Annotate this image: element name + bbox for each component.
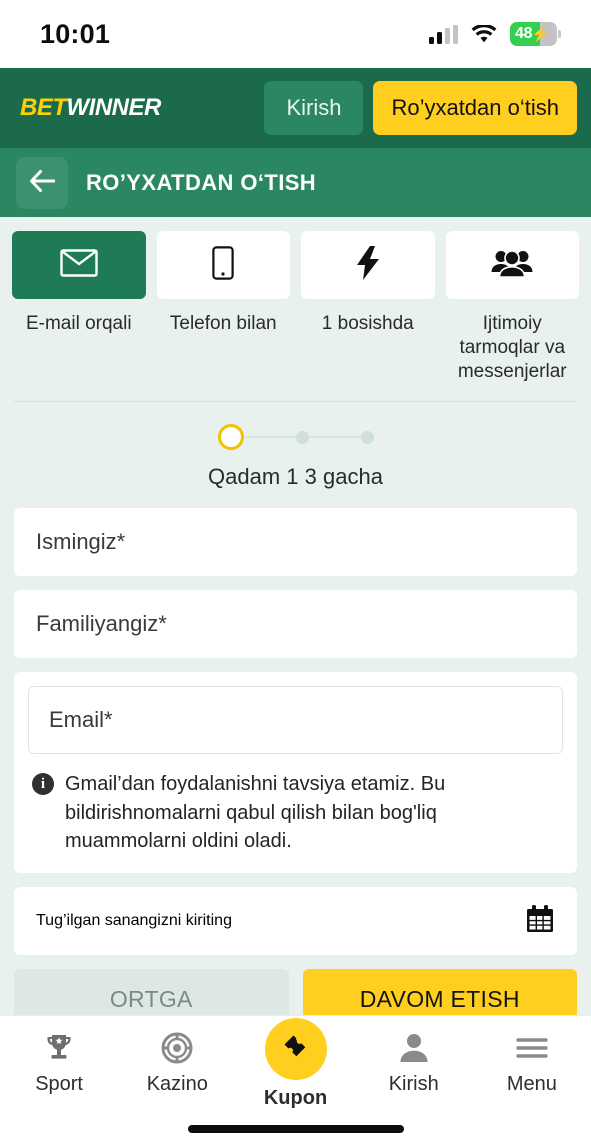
last-name-placeholder: Familiyangiz* <box>36 611 167 637</box>
calendar-icon[interactable] <box>525 904 555 939</box>
method-tab-email[interactable]: E-mail orqali <box>12 231 146 383</box>
registration-form: Ismingiz* Familiyangiz* Email* i Gmail’d… <box>0 490 591 956</box>
method-tab-one-click[interactable]: 1 bosishda <box>301 231 435 383</box>
charging-bolt-icon: ⚡ <box>531 25 550 43</box>
battery-icon: 48 ⚡ <box>510 22 561 46</box>
status-time: 10:01 <box>40 18 111 49</box>
step-label: Qadam 1 3 gacha <box>208 464 383 490</box>
email-group: Email* i Gmail’dan foydalanishni tavsiya… <box>14 672 577 874</box>
email-hint: i Gmail’dan foydalanishni tavsiya etamiz… <box>28 754 563 859</box>
nav-label-kupon: Kupon <box>263 1087 328 1109</box>
status-indicators: 48 ⚡ <box>429 22 561 46</box>
method-tab-social-card <box>445 231 579 299</box>
last-name-field[interactable]: Familiyangiz* <box>14 590 577 659</box>
page-title: RO’YXATDAN O‘TISH <box>86 169 317 195</box>
home-indicator <box>187 1125 404 1133</box>
method-tab-phone-card <box>156 231 290 299</box>
step-indicator: Qadam 1 3 gacha <box>0 402 591 490</box>
method-tab-email-card <box>12 231 146 299</box>
arrow-left-icon <box>29 170 56 195</box>
method-tab-one-click-label: 1 bosishda <box>321 313 414 334</box>
wifi-icon <box>471 24 497 44</box>
ticket-icon <box>280 1031 312 1068</box>
brand-header: BETWINNER Kirish Ro’yxatdan o‘tish <box>0 68 591 148</box>
nav-label-kazino: Kazino <box>146 1073 208 1095</box>
logo-winner: WINNER <box>66 94 162 121</box>
method-tab-social[interactable]: Ijtimoiy tarmoqlar va messenjerlar <box>445 231 579 383</box>
step-track <box>217 424 374 451</box>
nav-item-menu[interactable]: Menu <box>473 1030 591 1096</box>
people-group-icon <box>491 248 533 283</box>
page-header: RO’YXATDAN O‘TISH <box>0 148 591 217</box>
nav-label-menu: Menu <box>506 1073 557 1095</box>
battery-level: 48 <box>515 25 533 42</box>
register-button[interactable]: Ro’yxatdan o‘tish <box>373 81 577 135</box>
login-button[interactable]: Kirish <box>264 81 364 135</box>
step-dot-3[interactable] <box>360 430 374 444</box>
method-tab-phone[interactable]: Telefon bilan <box>156 231 290 383</box>
method-tab-social-label: Ijtimoiy tarmoqlar va messenjerlar <box>457 313 567 382</box>
kupon-button[interactable] <box>264 1018 327 1080</box>
logo-bet: BET <box>20 94 67 121</box>
first-name-field[interactable]: Ismingiz* <box>14 508 577 577</box>
email-placeholder: Email* <box>49 707 113 733</box>
registration-method-tabs: E-mail orqali Telefon bilan 1 bosishda I… <box>0 217 591 383</box>
email-hint-text: Gmail’dan foydalanishni tavsiya etamiz. … <box>65 773 446 853</box>
envelope-icon <box>60 248 98 282</box>
first-name-placeholder: Ismingiz* <box>36 529 126 555</box>
nav-item-kupon[interactable]: Kupon <box>236 1018 354 1110</box>
birthdate-placeholder: Tug’ilgan sanangizni kiriting <box>36 912 232 930</box>
casino-chip-icon <box>161 1030 193 1066</box>
status-bar: 10:01 48 ⚡ <box>0 0 591 68</box>
birthdate-field[interactable]: Tug’ilgan sanangizni kiriting <box>14 887 577 956</box>
nav-label-kirish: Kirish <box>388 1073 439 1095</box>
nav-item-kirish[interactable]: Kirish <box>355 1030 473 1096</box>
method-tab-phone-label: Telefon bilan <box>169 313 277 334</box>
hamburger-menu-icon <box>516 1030 548 1066</box>
method-tab-one-click-card <box>301 231 435 299</box>
info-icon: i <box>32 773 54 796</box>
step-dot-1[interactable] <box>217 424 244 451</box>
nav-label-sport: Sport <box>35 1073 83 1095</box>
cellular-signal-icon <box>429 24 458 44</box>
step-dot-2[interactable] <box>295 430 309 444</box>
betwinner-logo[interactable]: BETWINNER <box>20 94 161 122</box>
nav-item-kazino[interactable]: Kazino <box>118 1030 236 1096</box>
mobile-phone-icon <box>212 245 234 285</box>
email-field[interactable]: Email* <box>28 686 563 755</box>
app-screen: 10:01 48 ⚡ BETWINNER Kirish Ro’yxatdan o… <box>0 0 591 1147</box>
trophy-icon <box>43 1030 75 1066</box>
lightning-bolt-icon <box>355 245 381 285</box>
person-icon <box>399 1030 429 1066</box>
method-tab-email-label: E-mail orqali <box>25 313 132 334</box>
back-button[interactable] <box>16 156 68 209</box>
nav-item-sport[interactable]: Sport <box>0 1030 118 1096</box>
